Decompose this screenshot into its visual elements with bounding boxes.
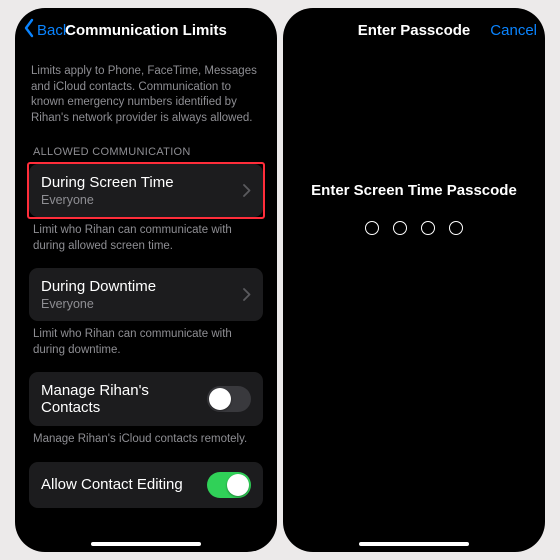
passcode-dot — [449, 221, 463, 235]
passcode-area: Enter Screen Time Passcode — [283, 52, 545, 235]
passcode-dot — [365, 221, 379, 235]
row-manage-contacts[interactable]: Manage Rihan's Contacts — [29, 372, 263, 426]
row-subtitle: Everyone — [41, 193, 174, 207]
intro-text: Limits apply to Phone, FaceTime, Message… — [29, 58, 263, 126]
row-allow-contact-editing[interactable]: Allow Contact Editing — [29, 462, 263, 508]
row-during-downtime[interactable]: During Downtime Everyone — [29, 268, 263, 321]
passcode-dot — [393, 221, 407, 235]
row-title: Allow Contact Editing — [41, 476, 183, 493]
row-title: During Downtime — [41, 278, 156, 295]
back-button[interactable]: Back — [21, 18, 70, 42]
chevron-right-icon — [243, 288, 251, 301]
row-during-screen-time[interactable]: During Screen Time Everyone — [29, 164, 263, 217]
annotation-highlight: During Screen Time Everyone — [27, 162, 265, 219]
row-title: During Screen Time — [41, 174, 174, 191]
back-label: Back — [37, 22, 70, 39]
passcode-prompt: Enter Screen Time Passcode — [311, 182, 517, 199]
content: Limits apply to Phone, FaceTime, Message… — [15, 52, 277, 508]
toggle-allow-contact-editing[interactable] — [207, 472, 251, 498]
passcode-dots[interactable] — [365, 221, 463, 235]
nav-bar: Enter Passcode Cancel — [283, 8, 545, 52]
home-indicator[interactable] — [91, 542, 201, 546]
nav-bar: Back Communication Limits — [15, 8, 277, 52]
chevron-right-icon — [243, 184, 251, 197]
screen-communication-limits: Back Communication Limits Limits apply t… — [15, 8, 277, 552]
row-footer: Limit who Rihan can communicate with dur… — [29, 321, 263, 358]
section-header: ALLOWED COMMUNICATION — [29, 126, 263, 164]
row-title: Manage Rihan's Contacts — [41, 382, 207, 416]
row-footer: Limit who Rihan can communicate with dur… — [29, 217, 263, 254]
row-subtitle: Everyone — [41, 297, 156, 311]
row-footer: Manage Rihan's iCloud contacts remotely. — [29, 426, 263, 448]
passcode-dot — [421, 221, 435, 235]
toggle-manage-contacts[interactable] — [207, 386, 251, 412]
cancel-button[interactable]: Cancel — [490, 22, 537, 39]
home-indicator[interactable] — [359, 542, 469, 546]
screen-enter-passcode: Enter Passcode Cancel Enter Screen Time … — [283, 8, 545, 552]
chevron-left-icon — [21, 18, 37, 42]
